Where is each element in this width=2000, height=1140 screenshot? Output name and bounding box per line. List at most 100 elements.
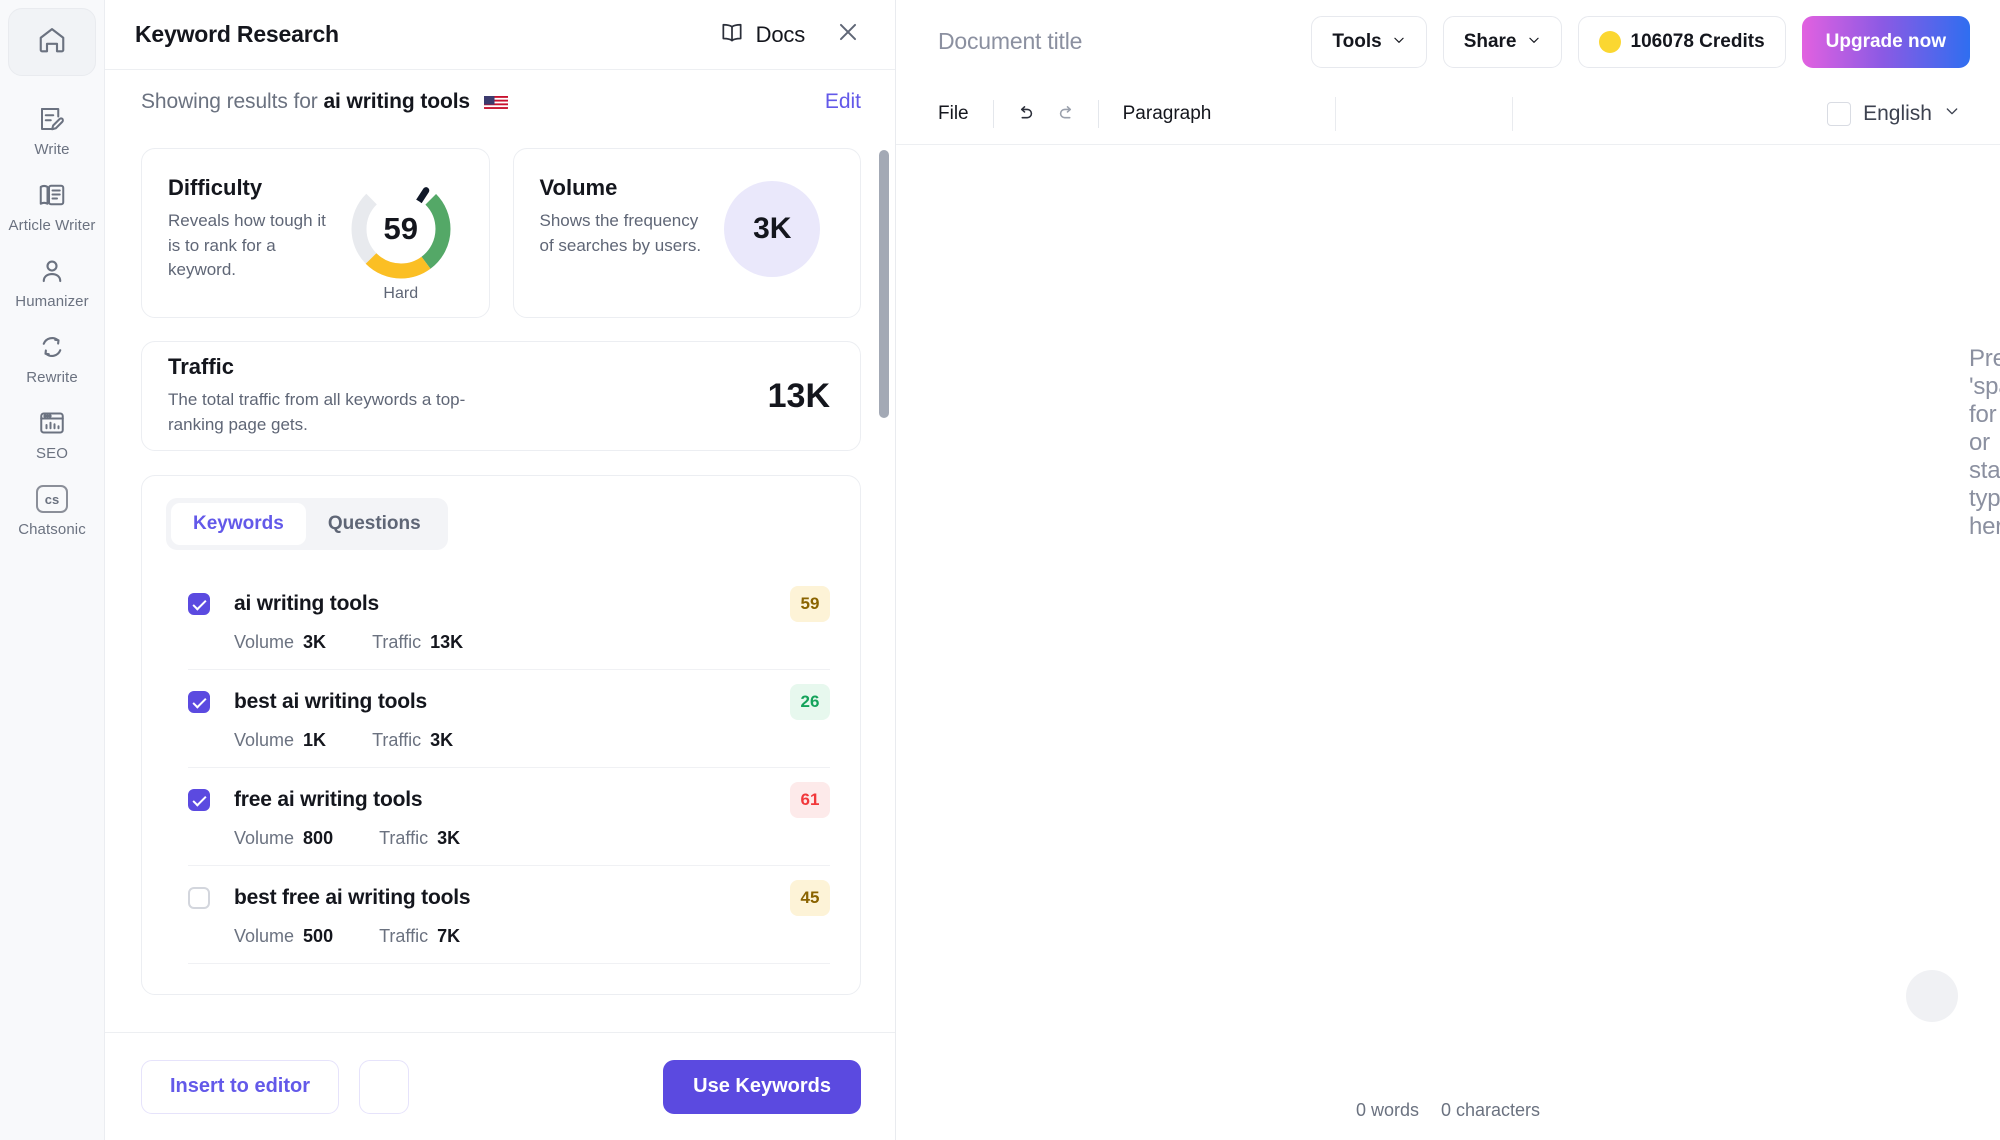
table-row[interactable]: free ai writing tools 61 Volume 800 Traff… xyxy=(188,768,830,866)
volume-bubble-wrap: 3K xyxy=(711,175,835,317)
sidebar-item-rewrite[interactable]: Rewrite xyxy=(6,316,98,392)
keyword-volume-stat: Volume 1K xyxy=(234,730,326,751)
volume-label: Volume xyxy=(234,730,295,750)
secondary-action-button[interactable] xyxy=(359,1059,410,1114)
sidebar-item-label: Chatsonic xyxy=(18,521,86,538)
sidebar-item-label: Article Writer xyxy=(8,217,96,234)
docs-button[interactable]: Docs xyxy=(719,19,805,50)
traffic-value: 13K xyxy=(767,376,830,415)
home-icon xyxy=(37,25,67,60)
docs-label: Docs xyxy=(755,21,806,47)
keyword-checkbox[interactable] xyxy=(188,789,210,811)
language-label: English xyxy=(1863,101,1932,125)
keyword-row-stats: Volume 3K Traffic 13K xyxy=(234,632,830,653)
table-row[interactable]: best free ai writing tools 45 Volume 500 … xyxy=(188,866,830,964)
sidebar-item-article-writer[interactable]: Article Writer xyxy=(6,164,98,240)
table-row[interactable]: best ai writing tools 26 Volume 1K Traffi… xyxy=(188,670,830,768)
keyword-difficulty-badge: 59 xyxy=(790,586,830,622)
sidebar-item-label: Write xyxy=(34,141,70,158)
difficulty-value: 59 xyxy=(383,211,418,246)
difficulty-gauge-wrap: 59 Hard xyxy=(339,175,463,317)
sidebar-item-label: SEO xyxy=(36,445,68,462)
share-dropdown[interactable]: Share xyxy=(1442,15,1562,68)
keyword-research-panel: Keyword Research Docs Showing results fo… xyxy=(105,0,896,1140)
sidebar-item-humanizer[interactable]: Humanizer xyxy=(6,240,98,316)
volume-value: 1K xyxy=(303,730,327,750)
credits-indicator[interactable]: 106078 Credits xyxy=(1577,15,1786,68)
editor-content-area[interactable]: Press 'space' for AI, or start typing he… xyxy=(896,145,2000,1080)
keyword-list-card: Keywords Questions ai writing tools 59 V… xyxy=(141,475,861,995)
keyword-difficulty-badge: 45 xyxy=(790,880,830,916)
keyword-volume-stat: Volume 500 xyxy=(234,926,333,947)
undo-icon[interactable] xyxy=(1004,103,1046,125)
language-flag-placeholder-icon xyxy=(1827,101,1852,126)
traffic-description: The total traffic from all keywords a to… xyxy=(168,390,466,434)
traffic-text: Traffic The total traffic from all keywo… xyxy=(168,354,768,437)
table-row[interactable]: ai writing tools 59 Volume 3K Traffic 13K xyxy=(188,572,830,670)
floating-action-button[interactable] xyxy=(1906,970,1958,1022)
panel-scrollbar-thumb[interactable] xyxy=(879,150,889,418)
keyword-checkbox[interactable] xyxy=(188,887,210,909)
volume-label: Volume xyxy=(234,828,295,848)
traffic-value: 3K xyxy=(437,828,461,848)
keyword-checkbox[interactable] xyxy=(188,691,210,713)
keyword-row-stats: Volume 800 Traffic 3K xyxy=(234,828,830,849)
word-count: 0 words xyxy=(1355,1099,1419,1120)
document-title-input[interactable]: Document title xyxy=(938,28,1082,55)
volume-value: 800 xyxy=(303,828,334,848)
keyword-row-stats: Volume 1K Traffic 3K xyxy=(234,730,830,751)
search-query: ai writing tools xyxy=(323,90,471,113)
edit-query-link[interactable]: Edit xyxy=(825,90,861,114)
editor-status-bar: 0 words 0 characters xyxy=(896,1080,2000,1140)
toolbar-divider xyxy=(1512,96,1514,131)
traffic-label: Traffic xyxy=(379,926,429,946)
tab-questions[interactable]: Questions xyxy=(306,503,443,545)
character-count: 0 characters xyxy=(1440,1099,1541,1120)
keyword-row-main: free ai writing tools 61 xyxy=(188,782,830,818)
keyword-tabs: Keywords Questions xyxy=(166,498,448,550)
sidebar-item-write[interactable]: Write xyxy=(6,88,98,164)
difficulty-text: Difficulty Reveals how tough it is to ra… xyxy=(168,175,339,317)
coin-icon xyxy=(1598,30,1621,53)
keyword-panel-scroll-area: Difficulty Reveals how tough it is to ra… xyxy=(105,134,895,1032)
traffic-title: Traffic xyxy=(168,354,235,380)
write-icon xyxy=(37,102,67,136)
use-keywords-button[interactable]: Use Keywords xyxy=(663,1059,861,1114)
volume-label: Volume xyxy=(234,926,295,946)
keyword-traffic-stat: Traffic 3K xyxy=(379,828,460,849)
language-selector[interactable]: English xyxy=(1827,101,1970,126)
sidebar-item-label: Rewrite xyxy=(26,369,78,386)
traffic-label: Traffic xyxy=(372,730,422,750)
keyword-name: ai writing tools xyxy=(234,592,379,615)
metric-cards-row: Difficulty Reveals how tough it is to ra… xyxy=(141,148,861,318)
keyword-checkbox[interactable] xyxy=(188,593,210,615)
left-nav-rail: Write Article Writer Humanizer Rewrite S… xyxy=(0,0,105,1140)
page-title: Keyword Research xyxy=(135,21,339,47)
sidebar-item-label: Humanizer xyxy=(15,293,89,310)
sidebar-item-home[interactable] xyxy=(8,8,96,76)
share-label: Share xyxy=(1463,30,1517,52)
volume-description: Shows the frequency of searches by users… xyxy=(539,211,702,255)
tools-label: Tools xyxy=(1332,30,1382,52)
traffic-label: Traffic xyxy=(372,632,422,652)
keyword-panel-footer: Insert to editor Use Keywords xyxy=(105,1032,895,1140)
sidebar-item-chatsonic[interactable]: cs Chatsonic xyxy=(6,468,98,544)
tab-keywords[interactable]: Keywords xyxy=(171,503,306,545)
upgrade-now-button[interactable]: Upgrade now xyxy=(1801,15,1970,68)
toolbar-divider xyxy=(1097,99,1099,128)
difficulty-gauge: 59 xyxy=(349,177,453,281)
redo-icon[interactable] xyxy=(1046,103,1088,125)
close-icon[interactable] xyxy=(835,19,861,50)
us-flag-icon xyxy=(483,94,508,110)
file-menu-button[interactable]: File xyxy=(938,103,983,125)
chevron-down-icon xyxy=(1944,103,1960,124)
paragraph-style-dropdown[interactable]: Paragraph xyxy=(1109,103,1226,125)
difficulty-card: Difficulty Reveals how tough it is to ra… xyxy=(141,148,490,318)
keyword-volume-stat: Volume 3K xyxy=(234,632,326,653)
insert-to-editor-button[interactable]: Insert to editor xyxy=(141,1059,340,1114)
book-icon xyxy=(719,19,745,50)
traffic-value: 7K xyxy=(437,926,461,946)
sidebar-item-seo[interactable]: SEO xyxy=(6,392,98,468)
keyword-row-stats: Volume 500 Traffic 7K xyxy=(234,926,830,947)
tools-dropdown[interactable]: Tools xyxy=(1311,15,1427,68)
